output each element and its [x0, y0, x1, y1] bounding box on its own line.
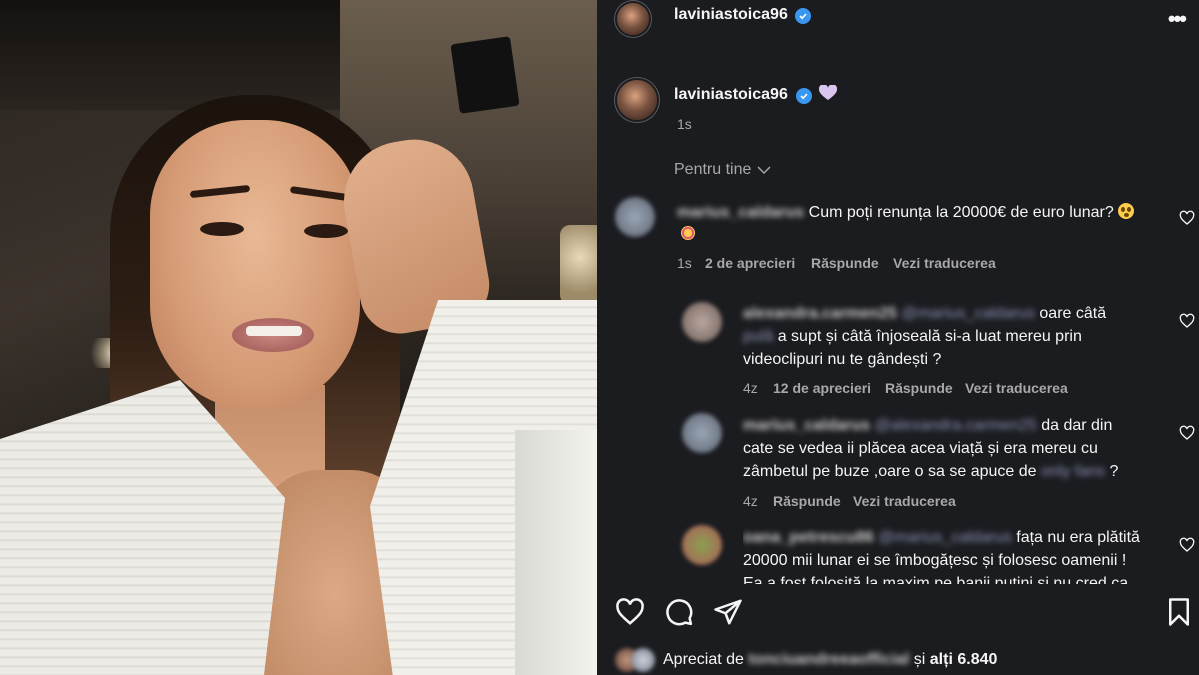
post-detail-panel: laviniastoica96 ••• laviniastoica96 1s P… — [597, 0, 1199, 675]
comment-username[interactable]: marius_caldarus — [677, 204, 804, 221]
bookmark-icon[interactable] — [1164, 597, 1194, 627]
likes-suffix: și — [913, 651, 926, 668]
comment-reply-button[interactable]: Răspunde — [811, 255, 879, 271]
caption-avatar[interactable] — [617, 80, 657, 120]
reply-line-1: alexandra.carmen25 @marius_caldarus oare… — [743, 302, 1163, 325]
reply-username[interactable]: marius_caldarus — [743, 417, 870, 434]
like-icon[interactable] — [615, 597, 645, 627]
comment-icon[interactable] — [664, 597, 694, 627]
flushed-face-icon — [1118, 203, 1135, 219]
reply-avatar[interactable] — [682, 413, 722, 453]
reply-like-icon[interactable] — [1179, 425, 1195, 441]
comment-translate-button[interactable]: Vezi traducerea — [893, 255, 996, 271]
likes-others[interactable]: alți 6.840 — [930, 651, 998, 668]
comments-filter-label: Pentru tine — [674, 161, 752, 178]
share-icon[interactable] — [713, 597, 743, 627]
reply-line-2: 20000 mii lunar ei se îmbogățesc și folo… — [743, 552, 1127, 569]
header-avatar[interactable] — [617, 3, 649, 35]
liker-avatar — [631, 648, 655, 672]
comment-body: marius_caldarus Cum poți renunța la 2000… — [677, 201, 1167, 224]
reply-text: da dar din — [1041, 417, 1113, 434]
reply-time: 4z — [743, 493, 758, 509]
reply-line-1: oana_petrescu86 @marius_caldarus fața nu… — [743, 526, 1163, 549]
reply-mention[interactable]: @marius_caldarus — [878, 529, 1012, 546]
reply-line-1: marius_caldarus @alexandra.carmen25 da d… — [743, 414, 1163, 437]
reply-reply-button[interactable]: Răspunde — [773, 493, 841, 509]
reply-like-icon[interactable] — [1179, 537, 1195, 553]
reply-body: oana_petrescu86 @marius_caldarus fața nu… — [743, 526, 1163, 584]
reply-censored-word: pulă — [743, 328, 774, 345]
reply-body: marius_caldarus @alexandra.carmen25 da d… — [743, 414, 1163, 483]
reply-mention[interactable]: @marius_caldarus — [901, 305, 1035, 322]
likes-prefix: Apreciat de — [663, 651, 744, 668]
reply-text: a supt și câtă înjoseală si-a luat mereu… — [777, 328, 1082, 345]
comment-likes-count[interactable]: 2 de aprecieri — [705, 255, 795, 271]
reply-like-icon[interactable] — [1179, 313, 1195, 329]
reply-translate-button[interactable]: Vezi traducerea — [853, 493, 956, 509]
reply-line-3: zâmbetul pe buze ,oare o sa se apuce de … — [743, 460, 1163, 483]
reply-line-3: videoclipuri nu te gândești ? — [743, 351, 942, 368]
caption-verified-icon — [796, 88, 812, 104]
reply-text: oare câtă — [1039, 305, 1107, 322]
reply-mention[interactable]: @alexandra.carmen25 — [875, 417, 1037, 434]
reply-body: alexandra.carmen25 @marius_caldarus oare… — [743, 302, 1163, 371]
reply-translate-button[interactable]: Vezi traducerea — [965, 380, 1068, 396]
reply-text: ? — [1109, 463, 1119, 480]
photo-eye-left — [200, 222, 244, 236]
caption-time: 1s — [677, 116, 692, 132]
reply-censored-word: only fans — [1040, 463, 1106, 480]
comment-like-icon[interactable] — [1179, 210, 1195, 226]
likes-summary[interactable]: Apreciat de tonciuandreeaofficial și alț… — [615, 648, 997, 672]
post-action-bar — [597, 597, 1199, 631]
reply-line-3: Ea a fost folosită la maxim pe banii puț… — [743, 575, 1129, 584]
chevron-down-icon — [757, 166, 771, 175]
reply-text: fața nu era plătită — [1016, 529, 1140, 546]
photo-face — [150, 120, 360, 410]
reply-avatar[interactable] — [682, 525, 722, 565]
reply-reply-button[interactable]: Răspunde — [885, 380, 953, 396]
comment-text: Cum poți renunța la 20000€ de euro lunar… — [808, 204, 1114, 221]
reply-time: 4z — [743, 380, 758, 396]
reply-clip: oana_petrescu86 @marius_caldarus fața nu… — [743, 526, 1163, 584]
post-photo[interactable] — [0, 0, 597, 675]
caption-username[interactable]: laviniastoica96 — [674, 86, 788, 104]
reply-username[interactable]: oana_petrescu86 — [743, 529, 874, 546]
photo-eye-right — [304, 224, 348, 238]
photo-speaker — [450, 36, 520, 114]
reply-text: zâmbetul pe buze ,oare o sa se apuce de — [743, 463, 1037, 480]
reply-avatar[interactable] — [682, 302, 722, 342]
reply-likes-count[interactable]: 12 de aprecieri — [773, 380, 871, 396]
comment-avatar[interactable] — [615, 197, 655, 237]
dizzy-face-icon — [681, 226, 695, 240]
reply-username[interactable]: alexandra.carmen25 — [743, 305, 897, 322]
verified-badge-icon — [795, 8, 811, 24]
reply-line-2: pulă a supt și câtă înjoseală si-a luat … — [743, 325, 1163, 348]
photo-box — [515, 430, 597, 675]
comments-filter-dropdown[interactable]: Pentru tine — [674, 161, 771, 179]
likes-username[interactable]: tonciuandreeaofficial — [748, 651, 909, 668]
photo-teeth — [246, 326, 302, 336]
likes-text: Apreciat de tonciuandreeaofficial și alț… — [663, 651, 997, 669]
comment-time: 1s — [677, 255, 692, 271]
more-options-icon[interactable]: ••• — [1168, 6, 1187, 32]
reply-line-2: cate se vedea ii plăcea acea viață și er… — [743, 440, 1098, 457]
header-username[interactable]: laviniastoica96 — [674, 6, 788, 24]
photo-lamp — [560, 225, 597, 305]
lavender-heart-icon — [818, 84, 838, 106]
